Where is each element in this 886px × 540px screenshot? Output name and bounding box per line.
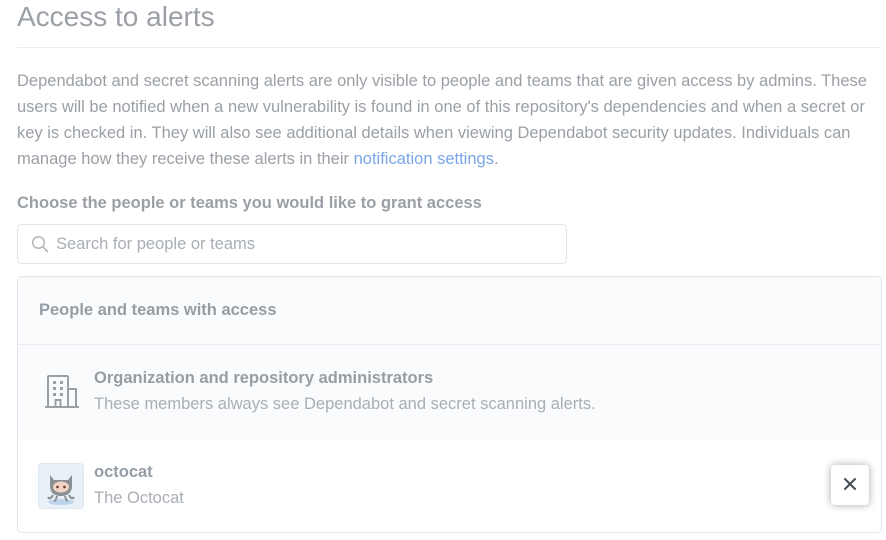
admins-title: Organization and repository administrato… (94, 369, 434, 387)
search-icon (30, 234, 50, 254)
access-list-header: People and teams with access (18, 277, 881, 345)
grant-access-label: Choose the people or teams you would lik… (17, 194, 482, 212)
admins-subtitle: These members always see Dependabot and … (94, 395, 596, 413)
organization-icon (42, 372, 82, 412)
admins-row: Organization and repository administrato… (18, 345, 881, 439)
search-field[interactable] (17, 224, 567, 264)
notification-settings-link[interactable]: notification settings (354, 150, 494, 168)
search-input[interactable] (56, 234, 546, 254)
admins-text: Organization and repository administrato… (94, 366, 596, 418)
user-row-octocat: octocat The Octocat (18, 439, 881, 532)
access-to-alerts-page: Access to alerts Dependabot and secret s… (0, 0, 886, 540)
user-text: octocat The Octocat (94, 460, 184, 512)
description-suffix: . (493, 150, 499, 168)
access-list: People and teams with access Organizatio… (17, 276, 882, 533)
page-title: Access to alerts (17, 0, 881, 48)
user-login: octocat (94, 462, 153, 481)
remove-user-button[interactable] (831, 465, 869, 505)
alerts-description: Dependabot and secret scanning alerts ar… (17, 68, 883, 172)
close-icon (843, 477, 857, 494)
user-full-name: The Octocat (94, 488, 184, 507)
octocat-avatar (38, 462, 84, 509)
